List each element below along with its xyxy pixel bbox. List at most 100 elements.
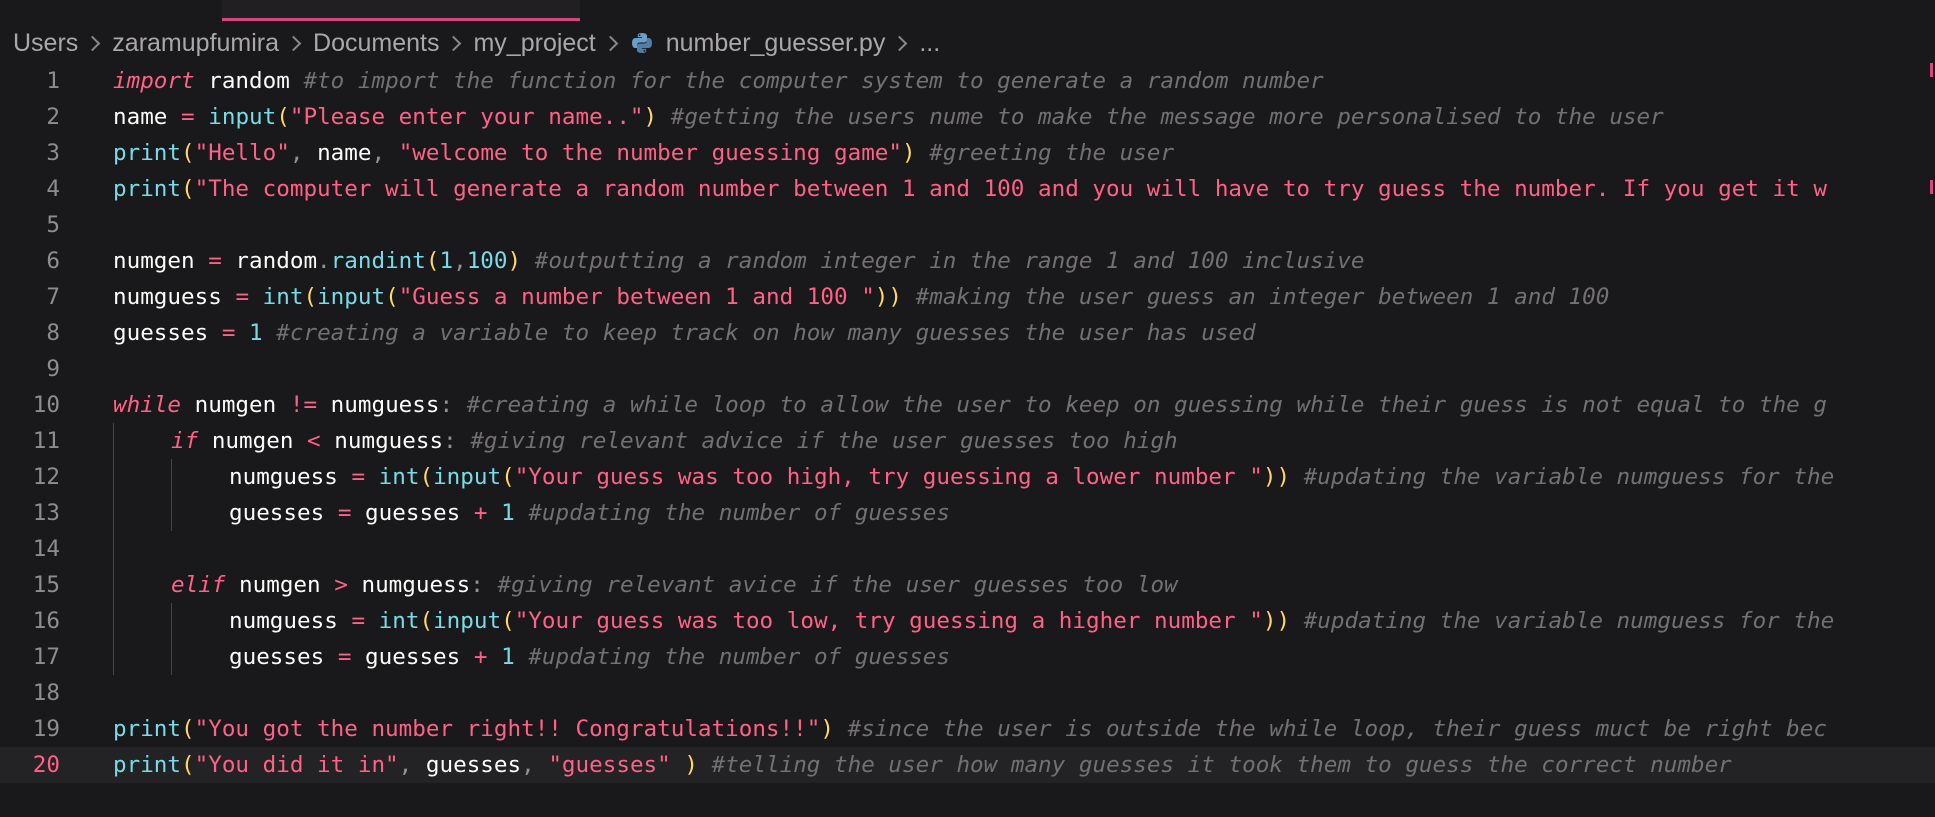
code-line[interactable]: 7 numguess = int(input("Guess a number be…: [0, 279, 1935, 315]
code-text: print("Hello", name, "welcome to the num…: [113, 135, 1935, 171]
code-line[interactable]: 1 import random #to import the function f…: [0, 63, 1935, 99]
code-token: input: [433, 608, 502, 634]
code-line[interactable]: 13 guesses = guesses + 1 #updating the nu…: [0, 495, 1935, 531]
code-token: (: [501, 608, 515, 634]
code-token: guesses: [229, 500, 338, 526]
breadcrumb-user-folder[interactable]: zaramupfumira: [112, 29, 279, 58]
breadcrumb-symbols[interactable]: ...: [919, 29, 940, 58]
code-token: )): [1262, 464, 1291, 490]
code-line[interactable]: 4 print("The computer will generate a ran…: [0, 171, 1935, 207]
code-line[interactable]: 10 while numgen != numguess: #creating a …: [0, 387, 1935, 423]
code-token: numguess: [229, 464, 352, 490]
breadcrumb-users[interactable]: Users: [13, 29, 78, 58]
code-token: #giving relevant advice if the user gues…: [470, 428, 1178, 454]
code-token: (: [419, 464, 434, 490]
code-editor[interactable]: 1 import random #to import the function f…: [0, 63, 1935, 783]
line-number: 13: [32, 500, 60, 526]
code-token: ): [643, 104, 658, 130]
code-line[interactable]: 8 guesses = 1 #creating a variable to kee…: [0, 315, 1935, 351]
code-token: input: [433, 464, 502, 490]
code-token: 100: [466, 248, 508, 274]
code-token: numgen: [113, 248, 209, 274]
code-line[interactable]: 11 if numgen < numguess: #giving relevant…: [0, 423, 1935, 459]
line-number: 7: [46, 284, 60, 310]
breadcrumb-documents[interactable]: Documents: [313, 29, 439, 58]
code-token: +: [473, 644, 488, 670]
code-line[interactable]: 18: [0, 675, 1935, 711]
line-number: 10: [32, 392, 60, 418]
code-text: import random #to import the function fo…: [113, 63, 1935, 99]
code-token: "The computer will generate a random num…: [194, 176, 1827, 202]
code-token: guesses: [113, 320, 222, 346]
code-line[interactable]: 6 numgen = random.randint(1,100) #outputt…: [0, 243, 1935, 279]
line-number: 16: [32, 608, 60, 634]
code-token: numgen: [198, 428, 308, 454]
code-text: elif numgen > numguess: #giving relevant…: [113, 567, 1935, 603]
code-token: #updating the variable numguess for the: [1303, 464, 1835, 490]
code-token: ,: [289, 140, 318, 166]
code-token: #getting the users nume to make the mess…: [670, 104, 1664, 130]
code-token: #creating a while loop to allow the user…: [466, 392, 1827, 418]
code-token: random: [221, 248, 318, 274]
code-line[interactable]: 2 name = input("Please enter your name.."…: [0, 99, 1935, 135]
code-text: print("You got the number right!! Congra…: [113, 711, 1935, 747]
code-token: #outputting a random integer in the rang…: [534, 248, 1365, 274]
code-token: (: [181, 140, 195, 166]
code-token: #updating the variable numguess for the: [1303, 608, 1835, 634]
code-line[interactable]: 5: [0, 207, 1935, 243]
code-text: numguess = int(input("Your guess was too…: [113, 459, 1935, 495]
code-token: )): [1262, 608, 1291, 634]
chevron-right-icon: [285, 35, 302, 51]
code-token: "Hello": [194, 140, 290, 166]
code-token: name: [317, 140, 372, 166]
code-text: guesses = guesses + 1 #updating the numb…: [113, 495, 1935, 531]
code-line[interactable]: 15 elif numgen > numguess: #giving releva…: [0, 567, 1935, 603]
code-line[interactable]: 17 guesses = guesses + 1 #updating the nu…: [0, 639, 1935, 675]
code-token: :: [439, 392, 454, 418]
code-token: random: [194, 68, 304, 94]
code-token: print: [113, 716, 182, 742]
code-line[interactable]: 9: [0, 351, 1935, 387]
line-number: 6: [46, 248, 60, 274]
breadcrumb-project[interactable]: my_project: [473, 29, 595, 58]
code-token: int: [378, 464, 420, 490]
code-token: "Your guess was too high, try guessing a…: [514, 464, 1263, 490]
code-token: import: [113, 68, 195, 94]
code-token: :: [443, 428, 457, 454]
line-number: 19: [32, 716, 60, 742]
chevron-right-icon: [446, 35, 462, 51]
code-line[interactable]: 16 numguess = int(input("Your guess was t…: [0, 603, 1935, 639]
code-token: ,: [453, 248, 467, 274]
code-token: int: [262, 284, 304, 310]
code-token: numguess: [347, 572, 471, 598]
code-token: (: [501, 464, 515, 490]
code-line[interactable]: 19 print("You got the number right!! Cong…: [0, 711, 1935, 747]
code-token: =: [221, 320, 236, 346]
code-token: guesses: [351, 500, 474, 526]
code-token: (: [181, 716, 195, 742]
code-token: print: [113, 176, 182, 202]
code-token: :: [470, 572, 484, 598]
code-token: 1: [439, 248, 454, 274]
code-token: numguess: [320, 428, 444, 454]
breadcrumb: Users zaramupfumira Documents my_project…: [13, 24, 940, 62]
chevron-right-icon: [892, 35, 908, 51]
code-line[interactable]: 14: [0, 531, 1935, 567]
code-text: print("The computer will generate a rand…: [113, 171, 1935, 207]
code-line[interactable]: 12 numguess = int(input("Your guess was t…: [0, 459, 1935, 495]
code-line[interactable]: 3 print("Hello", name, "welcome to the nu…: [0, 135, 1935, 171]
code-token: ): [507, 248, 522, 274]
line-number: 3: [46, 140, 60, 166]
breadcrumb-file[interactable]: number_guesser.py: [666, 29, 886, 58]
code-token: )): [874, 284, 903, 310]
code-text: print("You did it in", guesses, "guesses…: [113, 747, 1935, 783]
code-line[interactable]: 20 print("You did it in", guesses, "guess…: [0, 747, 1935, 783]
